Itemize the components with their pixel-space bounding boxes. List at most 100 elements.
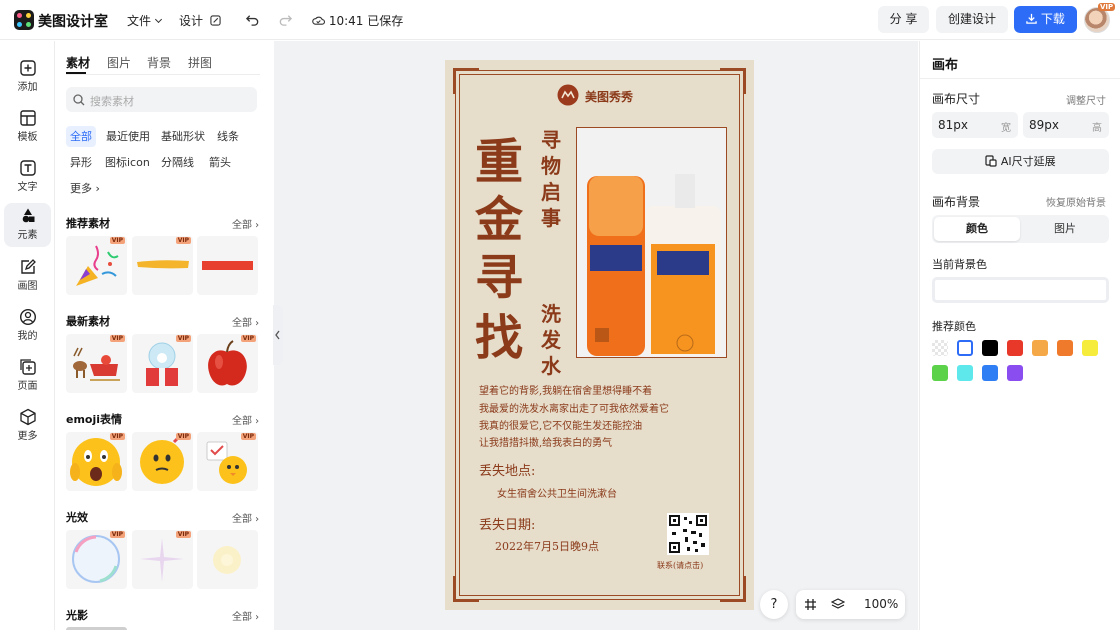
- edit-icon: [210, 15, 221, 26]
- nav-item-add[interactable]: 添加: [4, 55, 51, 99]
- nav-item-pages[interactable]: 页面: [4, 354, 51, 398]
- vip-badge: VIP: [109, 433, 125, 440]
- nav-item-text[interactable]: 文字: [4, 155, 51, 199]
- nav-label: 元素: [17, 230, 38, 241]
- poster-canvas[interactable]: 美图秀秀 重 金 寻 找 寻 物 启 事 洗 发 水 望着它的背影,我躺在宿舍里…: [445, 60, 754, 610]
- swatch-yellow[interactable]: [1082, 340, 1098, 356]
- grid-icon[interactable]: [804, 598, 817, 611]
- chip-recent[interactable]: 最近使用: [102, 126, 154, 147]
- thinking-emoji-image: [140, 434, 184, 484]
- corner-ornament: [453, 576, 479, 602]
- section-all-link[interactable]: 全部 ›: [232, 314, 259, 329]
- nav-item-template[interactable]: 模板: [4, 105, 51, 149]
- asset-sleigh[interactable]: VIP: [66, 334, 127, 393]
- section-all-link[interactable]: 全部 ›: [232, 412, 259, 427]
- sparkle-image: [140, 538, 184, 582]
- asset-emoji-thinking[interactable]: VIP: [132, 432, 193, 491]
- tab-backgrounds[interactable]: 背景: [147, 54, 171, 71]
- swatch-black[interactable]: [982, 340, 998, 356]
- chip-basic-shapes[interactable]: 基础形状: [157, 126, 209, 147]
- height-field[interactable]: 89px 高: [1023, 112, 1109, 138]
- tab-collage[interactable]: 拼图: [188, 54, 212, 71]
- asset-party-popper[interactable]: VIP: [66, 236, 127, 295]
- lost-place-label: 丢失地点:: [479, 464, 536, 479]
- redo-icon[interactable]: [278, 12, 293, 27]
- corner-ornament: [453, 68, 479, 94]
- layers-icon[interactable]: [831, 598, 845, 611]
- template-icon: [19, 110, 36, 126]
- chip-arrows[interactable]: 箭头: [205, 152, 235, 173]
- swatch-red[interactable]: [1007, 340, 1023, 356]
- asset-glow[interactable]: [197, 530, 258, 589]
- chip-all[interactable]: 全部: [66, 126, 96, 147]
- adjust-size-link[interactable]: 调整尺寸: [1066, 92, 1106, 107]
- chip-icons[interactable]: 图标icon: [101, 152, 154, 173]
- headline-char: 找: [475, 310, 524, 366]
- section-title: 光效: [66, 511, 88, 524]
- asset-apple[interactable]: VIP: [197, 334, 258, 393]
- nav-item-mine[interactable]: 我的: [4, 304, 51, 348]
- story-line: 望着它的背影,我躺在宿舍里想得睡不着: [479, 386, 653, 397]
- vip-badge: VIP: [240, 433, 256, 440]
- swatch-transparent[interactable]: [932, 340, 948, 356]
- page-add-icon: [19, 359, 36, 375]
- swatch-blue[interactable]: [982, 365, 998, 381]
- ai-size-extend-button[interactable]: AI尺寸延展: [932, 149, 1109, 174]
- file-menu[interactable]: 文件: [127, 12, 163, 29]
- swatch-orange[interactable]: [1057, 340, 1073, 356]
- swatch-green[interactable]: [932, 365, 948, 381]
- download-button[interactable]: 下载: [1014, 6, 1077, 33]
- search-input[interactable]: 搜索素材: [66, 87, 257, 112]
- asset-brush-stroke[interactable]: VIP: [132, 236, 193, 295]
- lost-place: 女生宿舍公共卫生间洗漱台: [497, 489, 617, 500]
- section-all-link[interactable]: 全部 ›: [232, 510, 259, 525]
- nav-item-draw[interactable]: 画图: [4, 254, 51, 298]
- chip-lines[interactable]: 线条: [213, 126, 243, 147]
- top-bar: 美图设计室 文件 设计 10:41 已保存 分 享 创建设计 下载 VIP: [0, 0, 1120, 40]
- create-design-button[interactable]: 创建设计: [936, 6, 1008, 33]
- asset-bubble[interactable]: VIP: [66, 530, 127, 589]
- asset-red-bar[interactable]: [197, 236, 258, 295]
- collapse-panel-button[interactable]: [273, 305, 283, 365]
- chip-dividers[interactable]: 分隔线: [157, 152, 198, 173]
- asset-emoji-chick[interactable]: VIP: [197, 432, 258, 491]
- current-bg-color[interactable]: [932, 277, 1109, 303]
- asset-emoji-scared[interactable]: VIP: [66, 432, 127, 491]
- tab-materials[interactable]: 素材: [66, 54, 90, 71]
- section-title: emoji表情: [66, 413, 123, 426]
- section-all-link[interactable]: 全部 ›: [232, 608, 259, 623]
- bg-type-toggle: 颜色 图片: [932, 215, 1109, 243]
- brush-stroke-image: [137, 260, 189, 269]
- asset-gift-globe[interactable]: VIP: [132, 334, 193, 393]
- properties-panel: 画布 画布尺寸 调整尺寸 81px 宽 89px 高 AI尺寸延展 画布背景 恢复原…: [919, 41, 1120, 630]
- scared-emoji-image: [70, 438, 122, 486]
- seg-color[interactable]: 颜色: [934, 217, 1020, 241]
- nav-item-elements[interactable]: 元素: [4, 203, 51, 247]
- section-all-link[interactable]: 全部 ›: [232, 216, 259, 231]
- zoom-level[interactable]: 100%: [864, 597, 898, 611]
- chip-irregular[interactable]: 异形: [66, 152, 96, 173]
- item-char: 水: [541, 354, 561, 378]
- swatch-purple[interactable]: [1007, 365, 1023, 381]
- vip-badge: VIP: [1098, 3, 1116, 11]
- app-title: 美图设计室: [38, 14, 108, 30]
- party-popper-image: [76, 245, 119, 286]
- seg-image[interactable]: 图片: [1022, 217, 1108, 241]
- swatch-white[interactable]: [957, 340, 973, 356]
- tab-images[interactable]: 图片: [107, 54, 131, 71]
- swatch-light-orange[interactable]: [1032, 340, 1048, 356]
- asset-sparkle[interactable]: VIP: [132, 530, 193, 589]
- app-logo-icon: [14, 10, 34, 30]
- help-button[interactable]: ?: [760, 590, 788, 619]
- nav-item-more[interactable]: 更多: [4, 404, 51, 448]
- width-field[interactable]: 81px 宽: [932, 112, 1018, 138]
- qr-code-icon[interactable]: [667, 513, 709, 555]
- design-menu[interactable]: 设计: [179, 12, 221, 29]
- chevron-left-icon: [275, 330, 280, 340]
- restore-bg-link[interactable]: 恢复原始背景: [1046, 194, 1106, 209]
- undo-icon[interactable]: [245, 12, 260, 27]
- swatch-cyan[interactable]: [957, 365, 973, 381]
- lost-date: 2022年7月5日晚9点: [495, 540, 599, 553]
- share-button[interactable]: 分 享: [878, 6, 929, 33]
- chip-more[interactable]: 更多 ›: [66, 178, 104, 199]
